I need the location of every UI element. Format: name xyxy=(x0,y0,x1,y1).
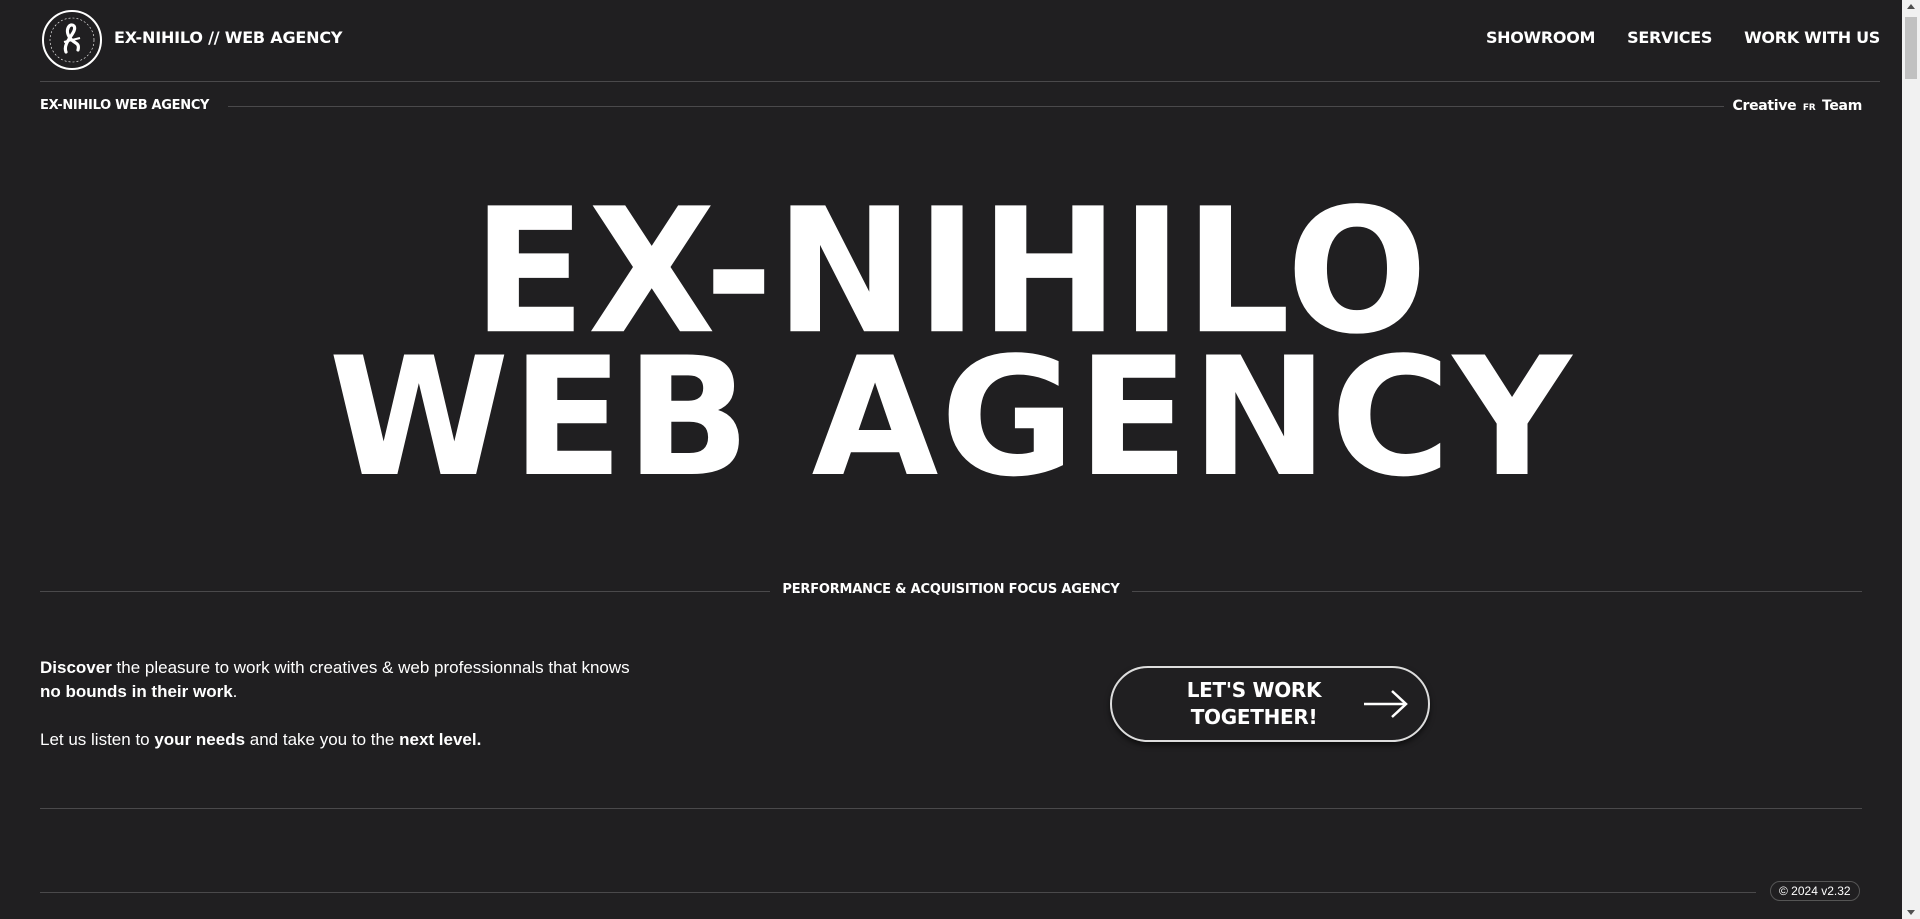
intro-emphasis-no-bounds: no bounds in their work xyxy=(40,682,233,701)
intro-emphasis-discover: Discover xyxy=(40,658,112,677)
arrow-right-icon xyxy=(1364,690,1408,718)
nav-showroom[interactable]: SHOWROOM xyxy=(1486,28,1596,47)
subheader-left-label: EX-NIHILO WEB AGENCY xyxy=(40,98,210,113)
scrollbar-thumb[interactable] xyxy=(1905,17,1917,79)
section-divider xyxy=(40,808,1862,809)
footer-divider xyxy=(40,892,1756,893)
intro-text: Let us listen to xyxy=(40,730,155,749)
cta-label-line1: LET'S WORK xyxy=(1186,678,1322,702)
ex-nihilo-logo-icon[interactable] xyxy=(42,10,102,70)
intro-paragraph-1: Discover the pleasure to work with creat… xyxy=(40,656,640,704)
intro-paragraph-2: Let us listen to your needs and take you… xyxy=(40,728,640,752)
version-badge: © 2024 v2.32 xyxy=(1770,881,1860,901)
page-scrollbar[interactable] xyxy=(1902,0,1920,919)
nav-services[interactable]: SERVICES xyxy=(1627,28,1712,47)
subheader-divider xyxy=(228,106,1724,107)
creative-label: Creative xyxy=(1732,98,1797,114)
scroll-down-icon[interactable] xyxy=(1907,910,1915,915)
intro-emphasis-next-level: next level. xyxy=(399,730,482,749)
intro-text: and take you to the xyxy=(245,730,400,749)
scroll-up-icon[interactable] xyxy=(1907,4,1915,9)
brand-title[interactable]: EX-NIHILO // WEB AGENCY xyxy=(114,28,342,47)
cta-label-line2: TOGETHER! xyxy=(1190,705,1318,729)
nav-work-with-us[interactable]: WORK WITH US xyxy=(1744,28,1880,47)
language-switch-fr[interactable]: FR xyxy=(1803,103,1816,113)
tagline: PERFORMANCE & ACQUISITION FOCUS AGENCY xyxy=(0,582,1902,597)
intro-copy: Discover the pleasure to work with creat… xyxy=(40,656,640,776)
intro-text-end: . xyxy=(232,682,238,701)
main-nav: SHOWROOM SERVICES WORK WITH US xyxy=(1486,28,1880,47)
intro-text: the pleasure to work with creatives & we… xyxy=(111,658,630,677)
subheader-right-label: Creative FR Team xyxy=(1732,98,1862,114)
tagline-text: PERFORMANCE & ACQUISITION FOCUS AGENCY xyxy=(770,582,1132,597)
hero-title-line2: WEB AGENCY xyxy=(328,322,1574,513)
header-divider xyxy=(40,81,1880,82)
page: EX-NIHILO // WEB AGENCY SHOWROOM SERVICE… xyxy=(0,0,1902,919)
cta-label: LET'S WORK TOGETHER! xyxy=(1154,677,1354,731)
lets-work-together-button[interactable]: LET'S WORK TOGETHER! xyxy=(1110,666,1430,742)
intro-emphasis-needs: your needs xyxy=(154,730,246,749)
team-label: Team xyxy=(1821,98,1862,114)
